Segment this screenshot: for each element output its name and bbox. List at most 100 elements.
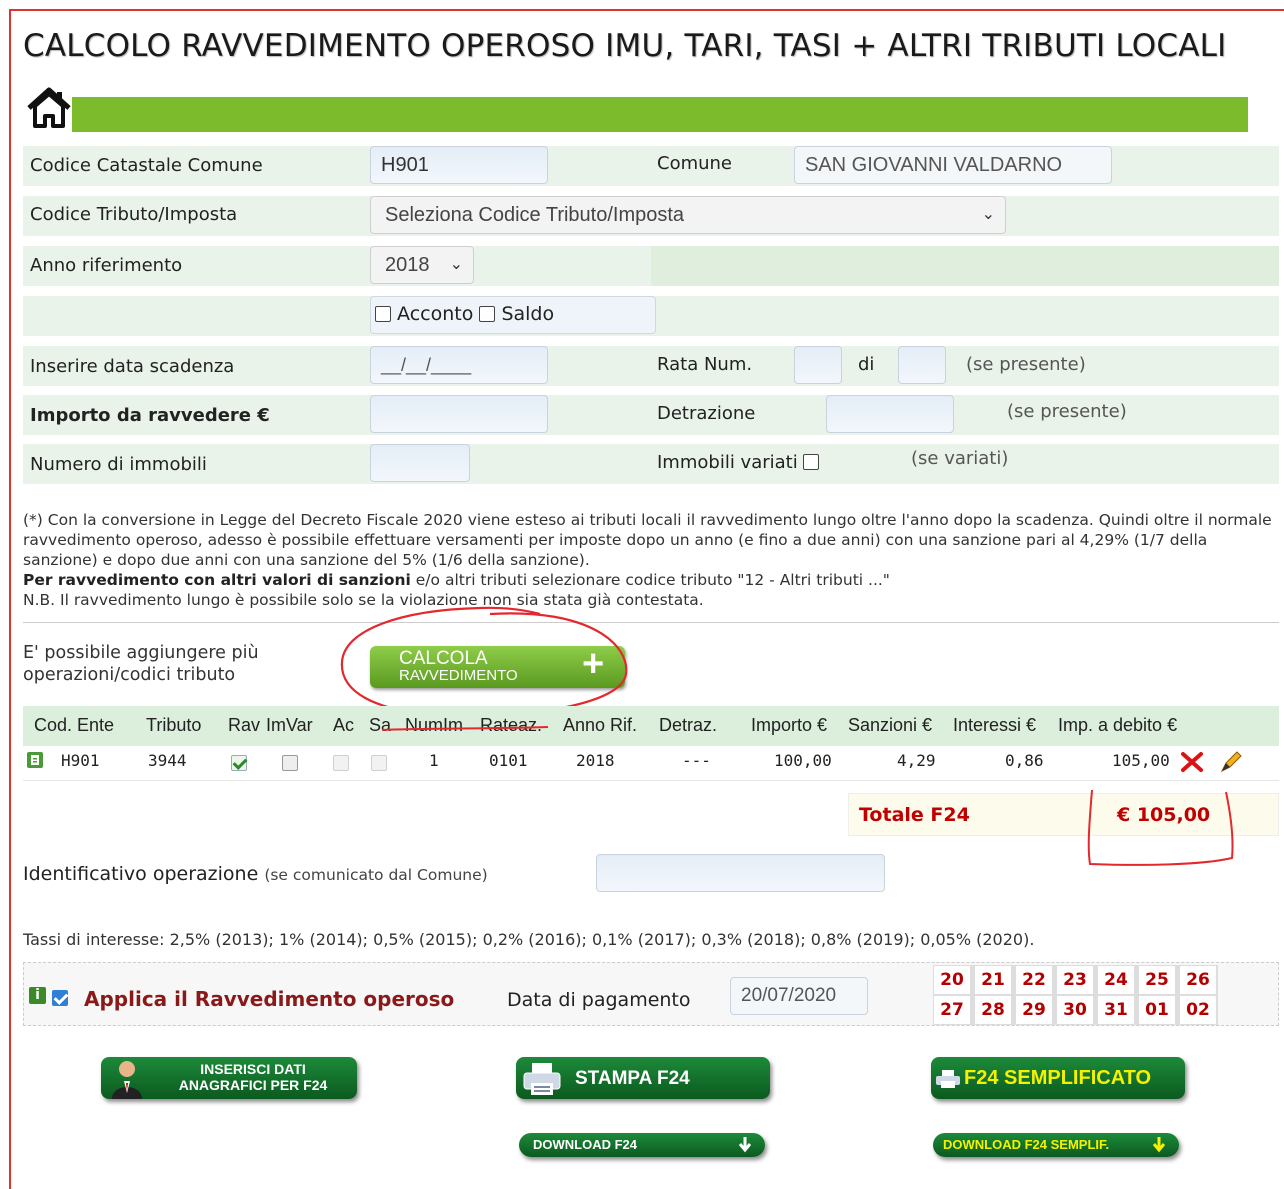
download-f24-semplificato-button[interactable]: DOWNLOAD F24 SEMPLIF. — [933, 1133, 1179, 1157]
col-anno-rif: Anno Rif. — [563, 715, 638, 735]
day-picker: 20 21 22 23 24 25 26 27 28 29 30 31 01 0… — [933, 965, 1218, 1025]
inserisci-anagrafici-button[interactable]: INSERISCI DATI ANAGRAFICI PER F24 — [101, 1057, 357, 1099]
se-presente-hint: (se presente) — [966, 354, 1086, 375]
sa-checkbox — [371, 753, 387, 774]
day-cell[interactable]: 26 — [1180, 966, 1216, 994]
day-cell[interactable]: 20 — [934, 966, 970, 994]
numero-immobili-label: Numero di immobili — [30, 454, 207, 475]
form-row-data-scadenza: Inserire data scadenza __/__/____ Rata N… — [23, 346, 1279, 386]
note-line3: N.B. Il ravvedimento lungo è possibile s… — [23, 591, 704, 609]
annotation-box — [1087, 789, 1234, 866]
note-bold: Per ravvedimento con altri valori di san… — [23, 571, 411, 589]
note-line2: Per ravvedimento con altri valori di san… — [23, 570, 1281, 590]
day-cell[interactable]: 24 — [1098, 966, 1134, 994]
edit-pencil-icon[interactable] — [1218, 749, 1244, 775]
cell-sanzioni: 4,29 — [897, 751, 936, 770]
rata-total-input[interactable] — [898, 346, 946, 384]
day-cell[interactable]: 27 — [934, 996, 970, 1024]
header-bar — [72, 97, 1248, 132]
f24-semplificato-button[interactable]: F24 SEMPLIFICATO — [931, 1057, 1185, 1099]
cell-anno-rif: 2018 — [576, 751, 615, 770]
cell-tributo: 3944 — [148, 751, 187, 770]
col-interessi: Interessi € — [953, 715, 1037, 735]
day-cell[interactable]: 23 — [1057, 966, 1093, 994]
chevron-down-icon: ⌄ — [981, 206, 995, 223]
data-scadenza-input[interactable]: __/__/____ — [370, 346, 548, 384]
data-pagamento-input[interactable]: 20/07/2020 — [730, 977, 868, 1015]
codice-catastale-input[interactable]: H901 — [370, 146, 548, 184]
se-presente-hint: (se presente) — [1007, 401, 1127, 422]
numero-immobili-input[interactable] — [370, 444, 470, 482]
delete-icon[interactable] — [1180, 751, 1204, 773]
document-icon[interactable] — [27, 752, 43, 768]
col-sanzioni: Sanzioni € — [848, 715, 933, 735]
table-divider — [23, 780, 1279, 781]
anagrafici-line2: ANAGRAFICI PER F24 — [178, 1077, 328, 1093]
cell-interessi: 0,86 — [1005, 751, 1044, 770]
cell-imp-debito: 105,00 — [1112, 751, 1170, 770]
day-cell[interactable]: 30 — [1057, 996, 1093, 1024]
anagrafici-line1: INSERISCI DATI — [200, 1061, 306, 1077]
ac-checkbox — [333, 753, 349, 774]
detrazione-input[interactable] — [826, 395, 954, 433]
identificativo-input[interactable] — [596, 854, 885, 892]
day-cell[interactable]: 29 — [1016, 996, 1052, 1024]
totale-label: Totale F24 — [859, 804, 970, 826]
rata-label: Rata Num. — [657, 354, 753, 375]
chevron-down-icon: ⌄ — [449, 256, 463, 273]
di-label: di — [858, 354, 875, 375]
day-cell[interactable]: 28 — [975, 996, 1011, 1024]
codice-tributo-select[interactable]: Seleziona Codice Tributo/Imposta ⌄ — [370, 196, 1006, 234]
day-cell[interactable]: 01 — [1139, 996, 1175, 1024]
stampa-f24-button[interactable]: STAMPA F24 — [516, 1057, 770, 1099]
rata-num-input[interactable] — [794, 346, 842, 384]
operations-table-header: Cod. Ente Tributo Rav ImVar Ac Sa NumIm … — [23, 706, 1279, 746]
page-title: CALCOLO RAVVEDIMENTO OPEROSO IMU, TARI, … — [23, 28, 1227, 64]
col-cod-ente: Cod. Ente — [34, 715, 115, 735]
immobili-variati-label: Immobili variati — [657, 452, 820, 473]
anno-select[interactable]: 2018 ⌄ — [370, 246, 474, 284]
home-icon[interactable] — [26, 86, 72, 130]
day-cell[interactable]: 25 — [1139, 966, 1175, 994]
comune-label: Comune — [657, 153, 733, 174]
tassi-interesse: Tassi di interesse: 2,5% (2013); 1% (201… — [23, 930, 1035, 949]
cell-detraz: --- — [682, 751, 711, 770]
saldo-checkbox[interactable] — [479, 306, 496, 322]
cell-importo: 100,00 — [774, 751, 832, 770]
col-tributo: Tributo — [146, 715, 202, 735]
identificativo-hint: (se comunicato dal Comune) — [264, 866, 488, 884]
col-imp-debito: Imp. a debito € — [1058, 715, 1178, 735]
comune-field: SAN GIOVANNI VALDARNO — [794, 146, 1112, 184]
immobili-variati-checkbox[interactable] — [803, 454, 820, 470]
data-pagamento-label: Data di pagamento — [507, 989, 691, 1011]
se-variati-hint: (se variati) — [911, 448, 1009, 469]
info-icon[interactable]: i — [29, 987, 46, 1004]
imvar-checkbox[interactable] — [282, 753, 298, 774]
saldo-label: Saldo — [501, 303, 555, 325]
cell-cod-ente: H901 — [61, 751, 100, 770]
day-cell[interactable]: 31 — [1098, 996, 1134, 1024]
acconto-checkbox[interactable] — [375, 306, 391, 322]
cell-num-im: 1 — [429, 751, 439, 770]
arrow-down-icon — [738, 1137, 752, 1153]
col-imvar: ImVar — [266, 715, 313, 735]
day-cell[interactable]: 22 — [1016, 966, 1052, 994]
download-f24-button[interactable]: DOWNLOAD F24 — [519, 1133, 765, 1157]
form-row-importo: Importo da ravvedere € Detrazione (se pr… — [23, 395, 1279, 435]
acconto-saldo-group: Acconto Saldo — [370, 296, 656, 334]
col-rav: Rav — [228, 715, 261, 735]
row-filler — [651, 246, 1279, 286]
rav-checkbox[interactable] — [231, 753, 247, 774]
download-label: DOWNLOAD F24 — [533, 1137, 637, 1152]
importo-input[interactable] — [370, 395, 548, 433]
identificativo-label: Identificativo operazione (se comunicato… — [23, 863, 488, 885]
codice-tributo-selected: Seleziona Codice Tributo/Imposta — [385, 204, 685, 226]
semplificato-label: F24 SEMPLIFICATO — [964, 1067, 1152, 1089]
day-cell[interactable]: 02 — [1180, 996, 1216, 1024]
divider — [23, 622, 1279, 623]
applica-label: Applica il Ravvedimento operoso — [84, 987, 455, 1011]
applica-box: i Applica il Ravvedimento operoso Data d… — [23, 962, 1279, 1026]
acconto-label: Acconto — [397, 303, 474, 325]
applica-checkbox[interactable] — [52, 988, 68, 1009]
day-cell[interactable]: 21 — [975, 966, 1011, 994]
